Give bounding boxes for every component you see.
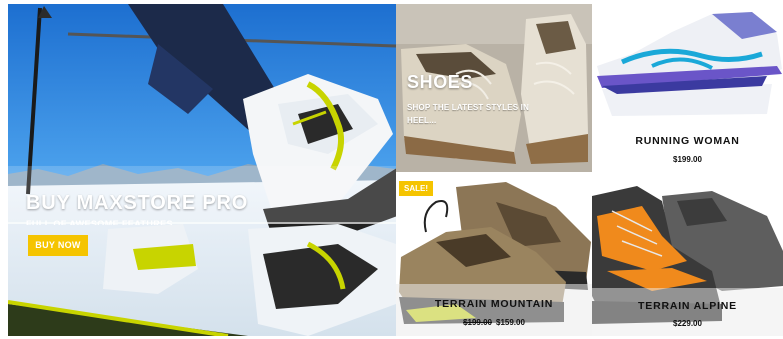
hero-subtitle: FULL OF AWESOME FEATURES bbox=[26, 219, 173, 225]
category-subtitle: SHOP THE LATEST STYLES IN HEEL... bbox=[407, 103, 530, 125]
product-price: $199.00 $159.00 bbox=[396, 318, 592, 327]
product-price: $199.00 bbox=[673, 155, 702, 164]
product-card-running-woman[interactable]: RUNNING WOMAN $199.00 bbox=[592, 4, 783, 176]
old-price: $199.00 bbox=[463, 318, 492, 327]
product-name[interactable]: RUNNING WOMAN bbox=[592, 135, 783, 147]
hero-title: BUY MAXSTORE PRO bbox=[26, 192, 249, 214]
shoes-category-banner[interactable]: SHOES SHOP THE LATEST STYLES IN HEEL... bbox=[396, 4, 592, 172]
hero-banner[interactable]: BUY MAXSTORE PRO FULL OF AWESOME FEATURE… bbox=[8, 4, 396, 336]
product-grid: BUY MAXSTORE PRO FULL OF AWESOME FEATURE… bbox=[0, 0, 783, 339]
product-card-terrain-alpine[interactable]: TERRAIN ALPINE $229.00 bbox=[592, 176, 783, 336]
product-caption-band bbox=[396, 284, 592, 336]
product-caption-band bbox=[592, 288, 783, 336]
product-card-terrain-mountain[interactable]: SALE! TERRAIN MOUNTAIN $199.00 $159.00 bbox=[396, 172, 592, 336]
buy-now-button[interactable]: BUY NOW bbox=[28, 235, 88, 256]
product-name[interactable]: TERRAIN ALPINE bbox=[592, 300, 783, 312]
sale-price: $159.00 bbox=[496, 318, 525, 327]
running-shoe-image bbox=[592, 4, 783, 176]
product-price: $229.00 bbox=[673, 319, 702, 328]
product-name[interactable]: TERRAIN MOUNTAIN bbox=[396, 298, 592, 310]
sale-badge: SALE! bbox=[399, 181, 433, 196]
category-title: SHOES bbox=[407, 72, 474, 92]
